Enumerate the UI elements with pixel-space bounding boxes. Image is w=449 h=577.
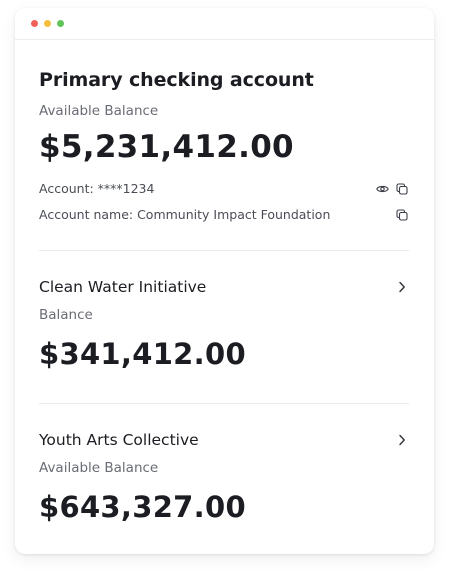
account-name-title: Youth Arts Collective <box>39 431 199 449</box>
account-row-clean-water[interactable]: Clean Water Initiative Balance $341,412.… <box>39 278 409 388</box>
section-divider <box>39 250 409 251</box>
window-titlebar <box>15 8 434 40</box>
primary-balance-label: Available Balance <box>39 103 159 119</box>
account-number: Account: ****1234 <box>39 181 155 196</box>
account-name: Account name: Community Impact Foundatio… <box>39 207 331 222</box>
copy-icon[interactable] <box>395 182 409 196</box>
eye-icon[interactable] <box>375 182 389 196</box>
account-name-title: Clean Water Initiative <box>39 278 207 296</box>
window-close-button[interactable] <box>31 20 38 27</box>
window-maximize-button[interactable] <box>57 20 64 27</box>
section-divider <box>39 403 409 404</box>
primary-account-title: Primary checking account <box>39 69 314 91</box>
chevron-right-icon[interactable] <box>395 280 409 294</box>
account-row-youth-arts[interactable]: Youth Arts Collective Available Balance … <box>39 431 409 541</box>
primary-account-section: Primary checking account Available Balan… <box>39 69 409 229</box>
account-balance-label: Balance <box>39 307 93 323</box>
account-balance-amount: $341,412.00 <box>39 337 246 371</box>
account-balance-amount: $643,327.00 <box>39 490 246 524</box>
account-balance-label: Available Balance <box>39 460 159 476</box>
window-minimize-button[interactable] <box>44 20 51 27</box>
chevron-right-icon[interactable] <box>395 433 409 447</box>
primary-balance-amount: $5,231,412.00 <box>39 129 294 165</box>
copy-icon[interactable] <box>395 208 409 222</box>
accounts-card: Primary checking account Available Balan… <box>15 8 434 554</box>
